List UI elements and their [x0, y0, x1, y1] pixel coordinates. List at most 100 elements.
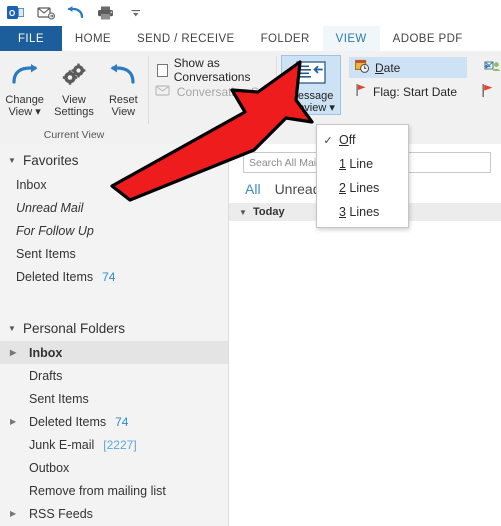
- favorites-item-sent-items[interactable]: Sent Items: [0, 242, 228, 265]
- folder-item-label: RSS Feeds: [29, 506, 93, 521]
- folder-item-count: 74: [115, 414, 129, 429]
- conversation-settings-icon: [155, 84, 171, 100]
- message-preview-button[interactable]: Message Preview ▾: [281, 55, 341, 115]
- filter-unread[interactable]: Unread: [275, 181, 321, 197]
- folder-item-count: [2227]: [103, 437, 137, 452]
- view-settings-icon: [57, 60, 91, 94]
- favorites-item-label: Inbox: [16, 177, 47, 192]
- menu-item-3-lines[interactable]: 3 Lines: [317, 200, 408, 224]
- arrangement-gallery: Date Flag: Start Date: [349, 55, 501, 102]
- change-view-icon: [8, 60, 42, 94]
- outlook-window: O FILE HOME SEND / RECEIVE FOLDER VIEW A…: [0, 0, 501, 526]
- favorites-item-label: Unread Mail: [16, 200, 84, 215]
- ribbon-body: Change View ▾ View Settings Reset View C…: [0, 51, 501, 145]
- reset-view-button[interactable]: Reset View: [99, 56, 148, 118]
- tab-adobe-pdf[interactable]: ADOBE PDF: [379, 26, 476, 51]
- outlook-logo-icon[interactable]: O: [6, 3, 26, 23]
- folder-item-label: Outbox: [29, 460, 70, 475]
- folder-item-rss-feeds[interactable]: ▶ RSS Feeds: [0, 502, 228, 525]
- reset-view-label-1: Reset: [108, 94, 138, 106]
- chevron-down-icon: ▼: [8, 156, 16, 165]
- svg-text:O: O: [9, 9, 15, 18]
- tab-view[interactable]: VIEW: [322, 26, 380, 51]
- navigation-pane: ❮ ▼ Favorites Inbox Unread Mail For Foll…: [0, 144, 229, 526]
- flag-start-date-item[interactable]: Flag: Start Date: [349, 81, 467, 102]
- message-preview-icon: [294, 59, 328, 90]
- favorites-item-count: 74: [102, 269, 116, 284]
- chevron-down-icon: ▼: [239, 207, 247, 217]
- ribbon-group-messages: Show as Conversations Conversation S M: [149, 51, 276, 144]
- undo-icon[interactable]: [66, 3, 86, 23]
- date-icon: [355, 59, 370, 76]
- flag-start-date-label: Flag: Start Date: [373, 84, 458, 99]
- favorites-item-label: For Follow Up: [16, 223, 94, 238]
- view-settings-label-2: Settings: [54, 106, 94, 118]
- favorites-item-for-follow-up[interactable]: For Follow Up: [0, 219, 228, 242]
- tab-folder[interactable]: FOLDER: [247, 26, 323, 51]
- checkmark-icon: ✓: [323, 134, 333, 147]
- show-as-conversations-checkbox[interactable]: [156, 63, 168, 77]
- main-area: ❮ ▼ Favorites Inbox Unread Mail For Foll…: [0, 144, 501, 526]
- arrange-by-date-item[interactable]: Date: [349, 57, 467, 78]
- menu-item-1-line[interactable]: 1 Line: [317, 152, 408, 176]
- show-as-conversations-label: Show as Conversations: [173, 56, 251, 84]
- folder-item-label: Drafts: [29, 368, 63, 383]
- message-group-header-label: Today: [253, 206, 285, 218]
- menu-item-label: 1 Line: [339, 157, 374, 171]
- change-view-button[interactable]: Change View ▾: [0, 56, 49, 118]
- chevron-right-icon[interactable]: ▶: [10, 417, 19, 426]
- ribbon-tabstrip: FILE HOME SEND / RECEIVE FOLDER VIEW ADO…: [0, 26, 501, 51]
- arrange-by-date-label: Date: [375, 60, 401, 75]
- folder-item-label: Deleted Items: [29, 414, 107, 429]
- folder-item-inbox[interactable]: ▶ Inbox: [0, 341, 228, 364]
- favorites-item-label: Deleted Items: [16, 269, 94, 284]
- personal-folders-header[interactable]: ▼ Personal Folders: [0, 316, 228, 341]
- tab-file[interactable]: FILE: [0, 26, 62, 51]
- folder-item-label: Junk E-mail: [29, 437, 95, 452]
- message-preview-menu: ✓ Off 1 Line 2 Lines 3 Lines: [316, 124, 409, 228]
- tab-send-receive[interactable]: SEND / RECEIVE: [124, 26, 248, 51]
- favorites-item-label: Sent Items: [16, 246, 76, 261]
- message-preview-label-2: Preview ▾: [287, 102, 335, 114]
- filter-all[interactable]: All: [245, 181, 261, 197]
- arrange-by-to-icon[interactable]: [483, 58, 501, 77]
- folder-item-label: Inbox: [29, 345, 63, 360]
- favorites-item-inbox[interactable]: Inbox: [0, 173, 228, 196]
- reset-view-label-2: View: [111, 106, 136, 118]
- view-settings-label-1: View: [62, 94, 86, 106]
- conversation-settings-label: Conversation S: [176, 85, 259, 99]
- folder-item-junk-email[interactable]: Junk E-mail [2227]: [0, 433, 228, 456]
- current-view-group-label: Current View: [43, 129, 105, 141]
- folder-item-label: Sent Items: [29, 391, 89, 406]
- chevron-down-icon: ▼: [8, 324, 16, 333]
- print-icon[interactable]: [96, 3, 116, 23]
- change-view-label-2: View ▾: [8, 106, 41, 118]
- send-receive-icon[interactable]: [36, 3, 56, 23]
- chevron-right-icon[interactable]: ▶: [10, 509, 19, 518]
- collapse-pane-chevron-icon[interactable]: ❮: [214, 150, 223, 163]
- personal-folders-header-label: Personal Folders: [23, 321, 126, 336]
- folder-item-sent-items[interactable]: Sent Items: [0, 387, 228, 410]
- menu-item-label: Off: [339, 133, 356, 147]
- folder-item-deleted-items[interactable]: ▶ Deleted Items 74: [0, 410, 228, 433]
- conversation-settings-row: Conversation S: [149, 81, 259, 103]
- folder-item-outbox[interactable]: Outbox: [0, 456, 228, 479]
- customize-qat-icon[interactable]: [126, 3, 146, 23]
- reset-view-icon: [106, 60, 140, 94]
- favorites-item-deleted-items[interactable]: Deleted Items 74: [0, 265, 228, 288]
- folder-item-remove-from-mailing-list[interactable]: Remove from mailing list: [0, 479, 228, 502]
- ribbon-group-current-view: Change View ▾ View Settings Reset View C…: [0, 51, 148, 144]
- menu-item-off[interactable]: ✓ Off: [317, 128, 408, 152]
- change-view-label-1: Change: [5, 94, 44, 106]
- quick-access-toolbar: O: [0, 0, 501, 26]
- folder-item-drafts[interactable]: Drafts: [0, 364, 228, 387]
- chevron-right-icon[interactable]: ▶: [10, 348, 19, 357]
- favorites-item-unread-mail[interactable]: Unread Mail: [0, 196, 228, 219]
- flag-icon-secondary[interactable]: [481, 83, 495, 101]
- favorites-header[interactable]: ▼ Favorites: [0, 148, 228, 173]
- tab-home[interactable]: HOME: [61, 26, 124, 51]
- show-as-conversations-row[interactable]: Show as Conversations: [149, 56, 276, 84]
- menu-item-2-lines[interactable]: 2 Lines: [317, 176, 408, 200]
- view-settings-button[interactable]: View Settings: [49, 56, 98, 118]
- favorites-header-label: Favorites: [23, 153, 79, 168]
